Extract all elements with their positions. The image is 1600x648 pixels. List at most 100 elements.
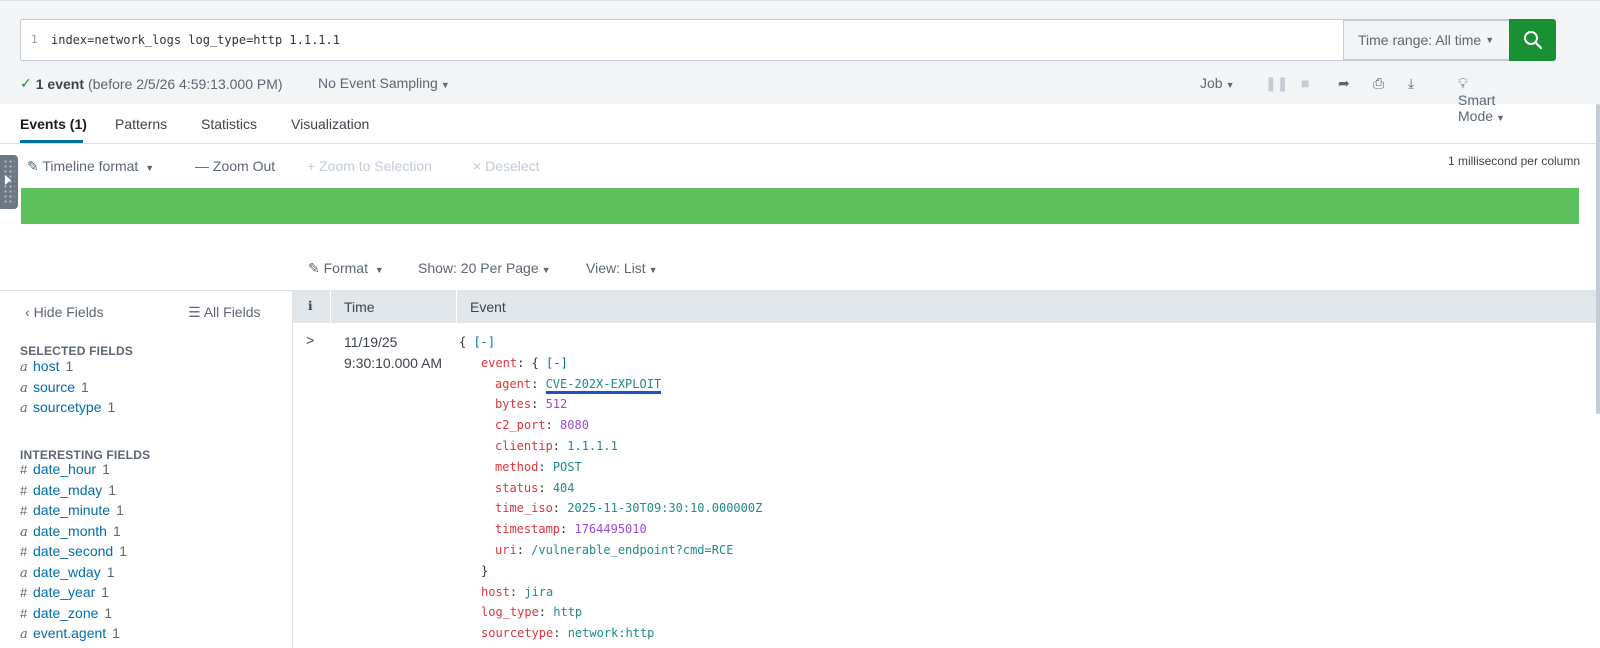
json-value[interactable]: jira: [524, 585, 553, 599]
tab-statistics[interactable]: Statistics: [201, 116, 257, 132]
json-value[interactable]: /vulnerable_endpoint?cmd=RCE: [531, 543, 733, 557]
json-key: clientip: [495, 438, 553, 453]
field-count: 1: [107, 399, 116, 415]
json-field: host: jira: [481, 584, 554, 599]
timeline-histogram-bar[interactable]: [21, 188, 1579, 224]
json-key: status: [495, 480, 539, 495]
field-name[interactable]: date_hour: [33, 461, 96, 477]
json-value[interactable]: 8080: [560, 418, 589, 432]
tab-events[interactable]: Events (1): [20, 116, 87, 132]
event-time: 11/19/25 9:30:10.000 AM: [344, 332, 442, 374]
zoom-out-button[interactable]: — Zoom Out: [195, 158, 275, 174]
hide-fields-label: Hide Fields: [33, 304, 104, 320]
string-type-icon: a: [20, 380, 28, 396]
collapse-toggle[interactable]: [-]: [546, 356, 568, 370]
time-column-header[interactable]: Time: [344, 299, 375, 315]
time-range-picker[interactable]: Time range: All time ▼: [1343, 20, 1509, 60]
field-name[interactable]: event.agent: [33, 625, 106, 641]
timeline-format-label: Timeline format: [42, 158, 139, 174]
field-item[interactable]: a date_month 1: [20, 523, 121, 540]
field-name[interactable]: source: [33, 379, 75, 395]
field-item[interactable]: a host 1: [20, 358, 73, 375]
tab-visualization[interactable]: Visualization: [291, 116, 369, 132]
field-name[interactable]: date_year: [33, 584, 95, 600]
json-key: method: [495, 459, 539, 474]
json-value[interactable]: POST: [553, 460, 582, 474]
json-value[interactable]: 512: [546, 397, 568, 411]
per-page-dropdown[interactable]: Show: 20 Per Page ▼: [418, 260, 551, 276]
field-item[interactable]: # date_zone 1: [20, 605, 112, 621]
timeline-format-dropdown[interactable]: ✎ Timeline format ▼: [27, 158, 154, 175]
field-name[interactable]: host: [33, 358, 59, 374]
timeline-scale: 1 millisecond per column: [1447, 154, 1580, 168]
stop-icon[interactable]: ■: [1301, 75, 1309, 91]
field-item[interactable]: # date_second 1: [20, 543, 127, 559]
json-value[interactable]: 404: [553, 481, 575, 495]
json-value[interactable]: http: [553, 605, 582, 619]
field-item[interactable]: # date_year 1: [20, 584, 109, 600]
field-name[interactable]: date_wday: [33, 564, 101, 580]
field-item[interactable]: # date_minute 1: [20, 502, 124, 518]
event-before-text: (before 2/5/26 4:59:13.000 PM): [87, 75, 283, 92]
chevron-down-icon: ▼: [648, 265, 658, 275]
expand-event-chevron-icon[interactable]: >: [306, 332, 314, 348]
json-field: agent: CVE-202X-EXPLOIT: [459, 374, 762, 395]
expand-arrow-icon: [5, 175, 11, 185]
job-status: ✓ 1 event (before 2/5/26 4:59:13.000 PM): [20, 75, 283, 92]
hide-fields-button[interactable]: ‹ Hide Fields: [25, 304, 104, 320]
string-type-icon: a: [20, 360, 28, 375]
event-sampling-dropdown[interactable]: No Event Sampling ▼: [318, 75, 450, 91]
field-name[interactable]: date_month: [33, 523, 107, 539]
field-count: 1: [112, 522, 121, 539]
collapse-toggle[interactable]: [-]: [473, 335, 495, 349]
search-button[interactable]: [1509, 19, 1556, 61]
view-dropdown[interactable]: View: List ▼: [586, 260, 658, 276]
field-name[interactable]: date_second: [33, 543, 113, 559]
json-field: log_type: http: [481, 605, 583, 620]
field-item[interactable]: # date_mday 1: [20, 482, 116, 498]
json-field: bytes: 512: [495, 397, 568, 412]
json-key: c2_port: [495, 418, 546, 433]
field-name[interactable]: sourcetype: [33, 399, 101, 415]
number-type-icon: #: [20, 462, 28, 477]
print-icon[interactable]: ⎙: [1373, 75, 1384, 92]
side-panel-toggle[interactable]: [0, 155, 18, 209]
json-value[interactable]: 2025-11-30T09:30:10.000000Z: [567, 501, 762, 515]
string-type-icon: a: [20, 627, 28, 642]
json-field: clientip: 1.1.1.1: [495, 438, 618, 453]
tab-patterns[interactable]: Patterns: [115, 116, 167, 132]
field-item[interactable]: a sourcetype 1: [20, 399, 115, 416]
json-key: log_type: [481, 605, 539, 620]
json-key: host: [481, 584, 510, 599]
lightbulb-icon: 💡︎: [1458, 75, 1468, 91]
selected-fields-heading: SELECTED FIELDS: [20, 344, 134, 358]
field-item[interactable]: a event.agent 1: [20, 625, 120, 642]
zoom-to-selection-button[interactable]: + Zoom to Selection: [307, 158, 432, 174]
field-name[interactable]: date_zone: [33, 605, 98, 621]
info-column-header: i: [308, 299, 313, 313]
all-fields-button[interactable]: ☰ All Fields: [188, 304, 260, 321]
search-bar-area: 1 Time range: All time ▼ ✓ 1 event (befo…: [0, 0, 1600, 124]
export-icon[interactable]: ⤓: [1408, 75, 1414, 92]
share-icon[interactable]: ➦: [1338, 75, 1350, 92]
job-dropdown[interactable]: Job ▼: [1200, 75, 1235, 91]
json-value[interactable]: 1764495010: [574, 522, 646, 536]
active-tab-indicator: [20, 140, 83, 143]
json-field: timestamp: 1764495010: [495, 522, 647, 537]
number-type-icon: #: [20, 544, 28, 559]
field-item[interactable]: # date_hour 1: [20, 461, 110, 477]
json-value[interactable]: 1.1.1.1: [567, 439, 618, 453]
json-value[interactable]: network:http: [568, 626, 655, 640]
format-dropdown[interactable]: ✎ Format ▼: [308, 260, 384, 277]
page-scrollbar[interactable]: [1596, 104, 1600, 414]
json-value[interactable]: CVE-202X-EXPLOIT: [545, 376, 662, 394]
field-item[interactable]: a date_wday 1: [20, 564, 115, 581]
pause-icon[interactable]: ❚❚: [1265, 75, 1288, 92]
deselect-button[interactable]: × Deselect: [473, 158, 540, 174]
search-input[interactable]: [51, 20, 1531, 60]
field-name[interactable]: date_mday: [33, 482, 102, 498]
field-item[interactable]: a source 1: [20, 379, 89, 396]
chevron-down-icon: ▼: [374, 265, 384, 275]
search-box[interactable]: 1: [20, 19, 1532, 61]
field-name[interactable]: date_minute: [33, 502, 110, 518]
